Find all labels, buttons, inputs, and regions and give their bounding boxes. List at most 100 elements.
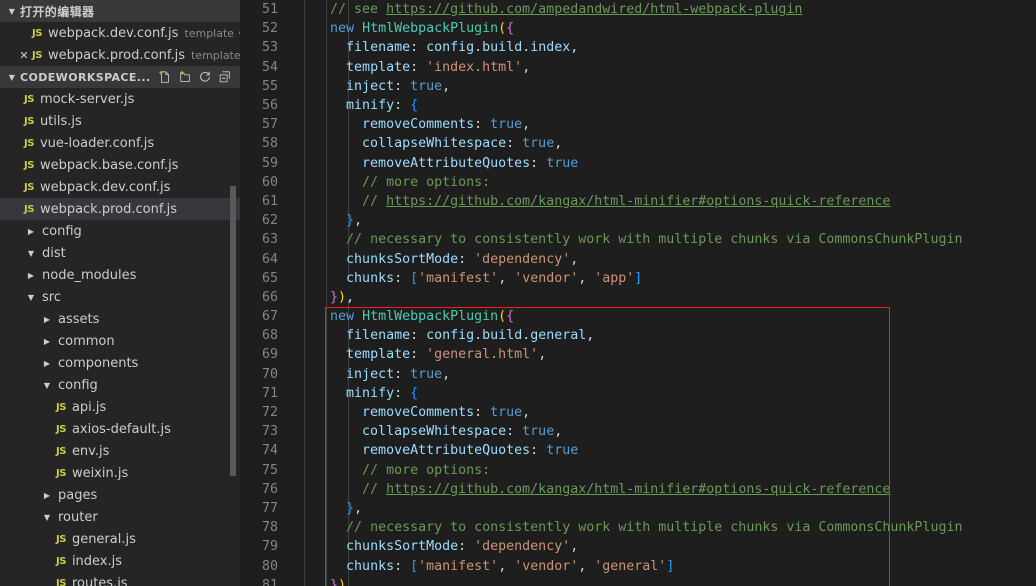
editor-line[interactable]: 54 template: 'index.html', bbox=[240, 58, 1036, 77]
tree-file[interactable]: JSweixin.js bbox=[0, 462, 240, 484]
tree-file[interactable]: JSroutes.js bbox=[0, 572, 240, 586]
chevron-right-icon[interactable]: ▶ bbox=[24, 271, 38, 280]
tree-folder[interactable]: ▶ config bbox=[0, 220, 240, 242]
editor-line[interactable]: 56 minify: { bbox=[240, 96, 1036, 115]
new-folder-icon[interactable] bbox=[178, 70, 192, 84]
new-file-icon[interactable] bbox=[158, 70, 172, 84]
code-token bbox=[298, 386, 346, 401]
chevron-right-icon[interactable]: ▶ bbox=[24, 227, 38, 236]
editor-line[interactable]: 61 // https://github.com/kangax/html-min… bbox=[240, 192, 1036, 211]
code-link[interactable]: https://github.com/kangax/html-minifier#… bbox=[386, 194, 890, 209]
tree-file-label: weixin.js bbox=[72, 466, 128, 481]
open-editors-header[interactable]: ▼ 打开的编辑器 bbox=[0, 0, 240, 22]
tree-file[interactable]: JSmock-server.js bbox=[0, 88, 240, 110]
line-content: chunksSortMode: 'dependency', bbox=[298, 252, 1036, 267]
editor-line[interactable]: 66 }), bbox=[240, 288, 1036, 307]
chevron-down-icon[interactable]: ▼ bbox=[40, 513, 54, 522]
sidebar-scrollbar[interactable] bbox=[230, 186, 236, 476]
tree-folder[interactable]: ▶common bbox=[0, 330, 240, 352]
tree-file[interactable]: JSgeneral.js bbox=[0, 528, 240, 550]
line-number: 67 bbox=[240, 309, 298, 324]
editor-line[interactable]: 75 // more options: bbox=[240, 461, 1036, 480]
line-content: new HtmlWebpackPlugin({ bbox=[298, 21, 1036, 36]
chevron-right-icon[interactable]: ▶ bbox=[40, 359, 54, 368]
editor-line[interactable]: 70 inject: true, bbox=[240, 365, 1036, 384]
tree-file[interactable]: JSvue-loader.conf.js bbox=[0, 132, 240, 154]
editor-line[interactable]: 72 removeComments: true, bbox=[240, 403, 1036, 422]
editor-line[interactable]: 58 collapseWhitespace: true, bbox=[240, 134, 1036, 153]
tree-file[interactable]: JSutils.js bbox=[0, 110, 240, 132]
editor-line[interactable]: 74 removeAttributeQuotes: true bbox=[240, 441, 1036, 460]
code-token: minify bbox=[346, 386, 394, 401]
code-token: : bbox=[394, 271, 410, 286]
chevron-right-icon[interactable]: ▶ bbox=[40, 337, 54, 346]
editor-line[interactable]: 69 template: 'general.html', bbox=[240, 345, 1036, 364]
editor-line[interactable]: 76 // https://github.com/kangax/html-min… bbox=[240, 480, 1036, 499]
tree-folder[interactable]: ▶node_modules bbox=[0, 264, 240, 286]
tree-file[interactable]: JSapi.js bbox=[0, 396, 240, 418]
tree-file[interactable]: JSindex.js bbox=[0, 550, 240, 572]
code-token: true bbox=[410, 79, 442, 94]
tree-folder[interactable]: ▶assets bbox=[0, 308, 240, 330]
chevron-down-icon[interactable]: ▼ bbox=[24, 293, 38, 302]
editor-line[interactable]: 57 removeComments: true, bbox=[240, 115, 1036, 134]
tree-folder-label: config bbox=[42, 224, 82, 239]
code-link[interactable]: https://github.com/ampedandwired/html-we… bbox=[386, 2, 802, 17]
workspace-header[interactable]: ▼ CODEWORKSPACE... bbox=[0, 66, 240, 88]
tree-file[interactable]: JSaxios-default.js bbox=[0, 418, 240, 440]
tree-file[interactable]: JSwebpack.base.conf.js bbox=[0, 154, 240, 176]
code-token: filename bbox=[346, 40, 410, 55]
tree-folder[interactable]: ▼config bbox=[0, 374, 240, 396]
editor-line[interactable]: 51 // see https://github.com/ampedandwir… bbox=[240, 0, 1036, 19]
code-token: , bbox=[570, 40, 578, 55]
editor-line[interactable]: 71 minify: { bbox=[240, 384, 1036, 403]
editor-line[interactable]: 73 collapseWhitespace: true, bbox=[240, 422, 1036, 441]
code-token: . bbox=[474, 328, 482, 343]
editor-line[interactable]: 78 // necessary to consistently work wit… bbox=[240, 518, 1036, 537]
line-content: removeComments: true, bbox=[298, 405, 1036, 420]
collapse-all-icon[interactable] bbox=[218, 70, 232, 84]
tree-file[interactable]: JSenv.js bbox=[0, 440, 240, 462]
tree-file-label: webpack.prod.conf.js bbox=[40, 202, 177, 217]
editor-line[interactable]: 77 }, bbox=[240, 499, 1036, 518]
editor-line[interactable]: 64 chunksSortMode: 'dependency', bbox=[240, 249, 1036, 268]
editor-line[interactable]: 60 // more options: bbox=[240, 173, 1036, 192]
editor-line[interactable]: 68 filename: config.build.general, bbox=[240, 326, 1036, 345]
tree-file[interactable]: JSwebpack.prod.conf.js bbox=[0, 198, 240, 220]
close-icon[interactable]: ✕ bbox=[16, 50, 32, 61]
chevron-down-icon[interactable]: ▼ bbox=[40, 381, 54, 390]
refresh-icon[interactable] bbox=[198, 70, 212, 84]
line-number: 59 bbox=[240, 156, 298, 171]
chevron-right-icon[interactable]: ▶ bbox=[40, 315, 54, 324]
tree-folder[interactable]: ▶components bbox=[0, 352, 240, 374]
line-content: template: 'general.html', bbox=[298, 347, 1036, 362]
editor-line[interactable]: 81 }), bbox=[240, 576, 1036, 586]
tree-folder[interactable]: ▼dist bbox=[0, 242, 240, 264]
editor-line[interactable]: 67 new HtmlWebpackPlugin({ bbox=[240, 307, 1036, 326]
js-file-icon: JS bbox=[32, 50, 42, 61]
editor-line[interactable]: 63 // necessary to consistently work wit… bbox=[240, 230, 1036, 249]
workspace-title: CODEWORKSPACE... bbox=[20, 71, 151, 84]
line-number: 58 bbox=[240, 136, 298, 151]
editor-line[interactable]: 52 new HtmlWebpackPlugin({ bbox=[240, 19, 1036, 38]
editor-line[interactable]: 59 removeAttributeQuotes: true bbox=[240, 154, 1036, 173]
tree-folder[interactable]: ▼router bbox=[0, 506, 240, 528]
tree-file[interactable]: JSwebpack.dev.conf.js bbox=[0, 176, 240, 198]
chevron-down-icon[interactable]: ▼ bbox=[24, 249, 38, 258]
code-link[interactable]: https://github.com/kangax/html-minifier#… bbox=[386, 482, 890, 497]
editor-line[interactable]: 53 filename: config.build.index, bbox=[240, 38, 1036, 57]
tree-folder[interactable]: ▶pages bbox=[0, 484, 240, 506]
editor-line[interactable]: 62 }, bbox=[240, 211, 1036, 230]
code-token: minify bbox=[346, 98, 394, 113]
editor-line[interactable]: 65 chunks: ['manifest', 'vendor', 'app'] bbox=[240, 269, 1036, 288]
code-token: true bbox=[546, 156, 578, 171]
editor-line[interactable]: 55 inject: true, bbox=[240, 77, 1036, 96]
tree-folder[interactable]: ▼src bbox=[0, 286, 240, 308]
chevron-right-icon[interactable]: ▶ bbox=[40, 491, 54, 500]
editor-line[interactable]: 79 chunksSortMode: 'dependency', bbox=[240, 537, 1036, 556]
code-token: collapseWhitespace bbox=[362, 424, 506, 439]
open-editor-item[interactable]: JS webpack.dev.conf.js template •… bbox=[0, 22, 240, 44]
open-editor-item[interactable]: ✕ JS webpack.prod.conf.js template… bbox=[0, 44, 240, 66]
editor-line[interactable]: 80 chunks: ['manifest', 'vendor', 'gener… bbox=[240, 556, 1036, 575]
code-editor[interactable]: 51 // see https://github.com/ampedandwir… bbox=[240, 0, 1036, 586]
